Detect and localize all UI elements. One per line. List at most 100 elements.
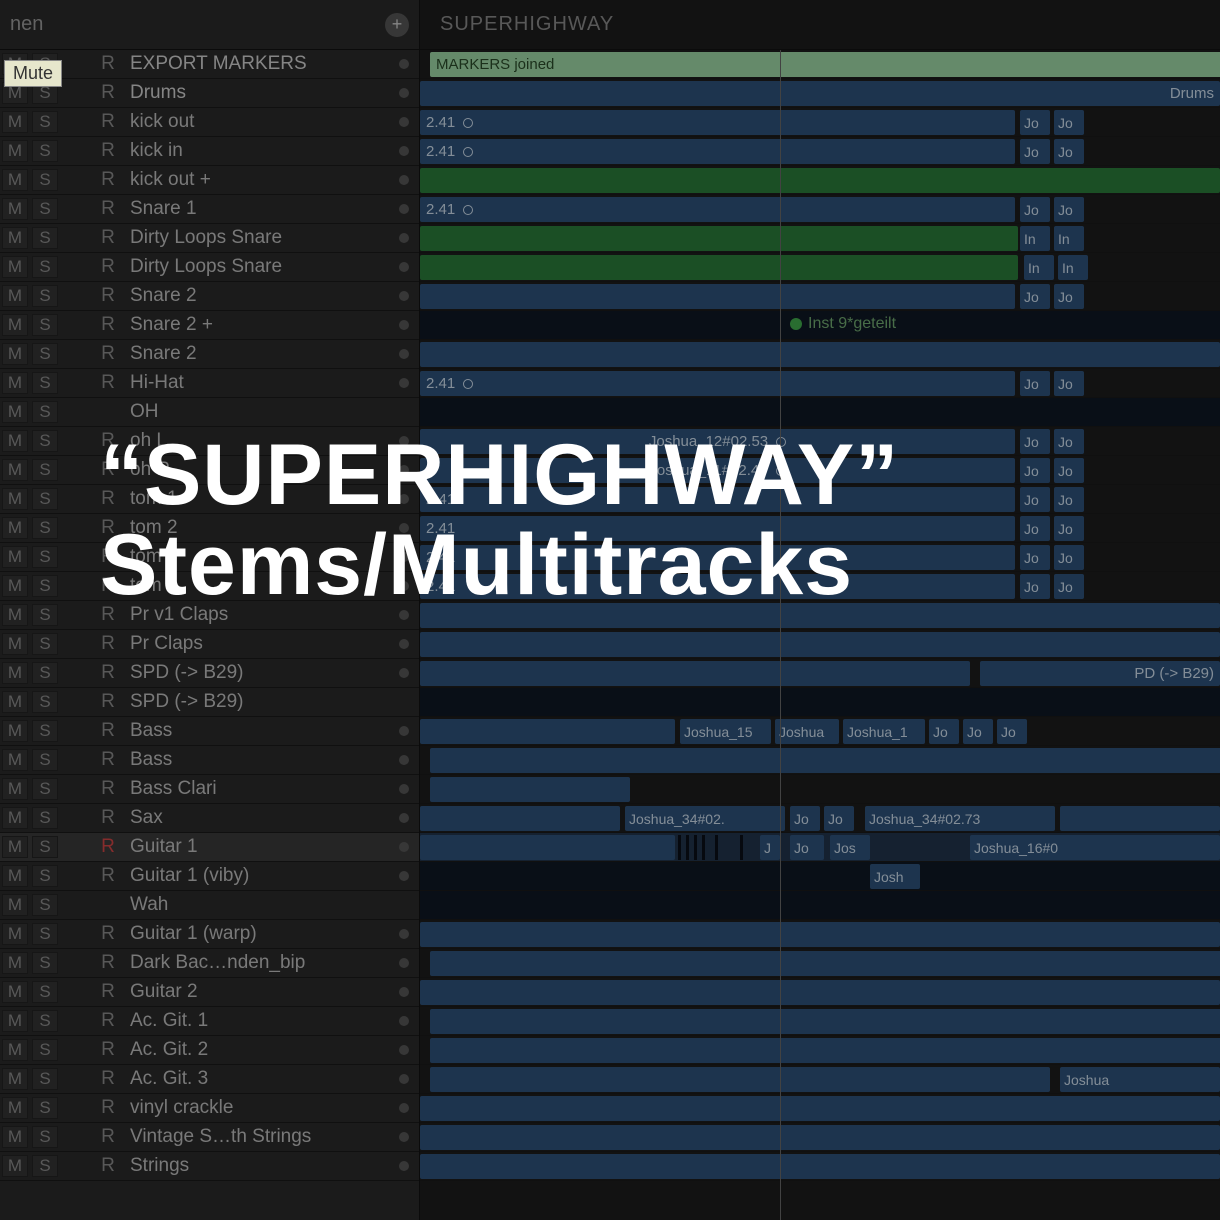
record-enable-button[interactable]: R bbox=[96, 981, 120, 1003]
arrange-row[interactable] bbox=[420, 1007, 1220, 1036]
audio-region[interactable]: Jo bbox=[1020, 545, 1050, 570]
track-row[interactable]: MSRkick in bbox=[0, 137, 419, 166]
solo-button[interactable]: S bbox=[32, 894, 58, 916]
arrange-row[interactable] bbox=[420, 166, 1220, 195]
arrange-row[interactable]: 2.41JoJo bbox=[420, 108, 1220, 137]
record-enable-button[interactable]: R bbox=[96, 285, 120, 307]
mute-button[interactable]: M bbox=[2, 662, 28, 684]
mute-button[interactable]: M bbox=[2, 952, 28, 974]
record-enable-button[interactable]: R bbox=[96, 807, 120, 829]
mute-button[interactable]: M bbox=[2, 1155, 28, 1177]
audio-region[interactable]: Jos bbox=[830, 835, 870, 860]
playhead[interactable] bbox=[780, 50, 781, 1220]
mute-button[interactable]: M bbox=[2, 314, 28, 336]
audio-region[interactable]: Jo bbox=[824, 806, 854, 831]
arrange-row[interactable] bbox=[420, 746, 1220, 775]
record-enable-button[interactable]: R bbox=[96, 140, 120, 162]
arrange-row[interactable]: 2.41JoJo bbox=[420, 369, 1220, 398]
marker[interactable]: Inst 9*geteilt bbox=[790, 315, 896, 333]
audio-region[interactable]: Jo bbox=[1020, 574, 1050, 599]
record-enable-button[interactable]: R bbox=[96, 1010, 120, 1032]
track-row[interactable]: MSRtom 1 bbox=[0, 485, 419, 514]
audio-region[interactable]: Jo bbox=[963, 719, 993, 744]
mute-button[interactable]: M bbox=[2, 343, 28, 365]
solo-button[interactable]: S bbox=[32, 459, 58, 481]
record-enable-button[interactable]: R bbox=[96, 343, 120, 365]
audio-region[interactable]: Jo bbox=[1020, 429, 1050, 454]
audio-region[interactable] bbox=[420, 226, 1018, 251]
audio-region[interactable] bbox=[420, 719, 675, 744]
audio-region[interactable]: Jo bbox=[929, 719, 959, 744]
audio-region[interactable]: 2.41 bbox=[420, 487, 1015, 512]
arrange-row[interactable] bbox=[420, 340, 1220, 369]
audio-region[interactable]: Jo bbox=[790, 806, 820, 831]
arrange-row[interactable]: MARKERS joined bbox=[420, 50, 1220, 79]
record-enable-button[interactable]: R bbox=[96, 372, 120, 394]
mute-button[interactable]: M bbox=[2, 691, 28, 713]
record-enable-button[interactable]: R bbox=[96, 633, 120, 655]
solo-button[interactable]: S bbox=[32, 865, 58, 887]
audio-region[interactable]: Jo bbox=[1020, 516, 1050, 541]
add-track-button[interactable]: + bbox=[385, 13, 409, 37]
record-enable-button[interactable]: R bbox=[96, 575, 120, 597]
track-row[interactable]: MSOH bbox=[0, 398, 419, 427]
record-enable-button[interactable]: R bbox=[96, 459, 120, 481]
record-enable-button[interactable]: R bbox=[96, 952, 120, 974]
arrange-row[interactable]: InIn bbox=[420, 224, 1220, 253]
record-enable-button[interactable]: R bbox=[96, 865, 120, 887]
audio-region[interactable] bbox=[420, 284, 1015, 309]
track-row[interactable]: MSRAc. Git. 1 bbox=[0, 1007, 419, 1036]
record-enable-button[interactable]: R bbox=[96, 82, 120, 104]
audio-region[interactable]: Jo bbox=[1054, 458, 1084, 483]
mute-button[interactable]: M bbox=[2, 459, 28, 481]
solo-button[interactable]: S bbox=[32, 256, 58, 278]
mute-button[interactable]: M bbox=[2, 836, 28, 858]
solo-button[interactable]: S bbox=[32, 1097, 58, 1119]
solo-button[interactable]: S bbox=[32, 488, 58, 510]
record-enable-button[interactable]: R bbox=[96, 1126, 120, 1148]
audio-region[interactable] bbox=[420, 255, 1018, 280]
arrange-row[interactable]: Josh bbox=[420, 862, 1220, 891]
mute-button[interactable]: M bbox=[2, 401, 28, 423]
arrange-row[interactable] bbox=[420, 688, 1220, 717]
solo-button[interactable]: S bbox=[32, 1155, 58, 1177]
audio-region[interactable]: Joshua_34#02. bbox=[625, 806, 785, 831]
audio-region[interactable]: In bbox=[1058, 255, 1088, 280]
track-row[interactable]: MSREXPORT MARKERS bbox=[0, 50, 419, 79]
track-row[interactable]: MSRGuitar 1 (viby) bbox=[0, 862, 419, 891]
track-row[interactable]: MSRDirty Loops Snare bbox=[0, 224, 419, 253]
audio-region[interactable]: J bbox=[760, 835, 780, 860]
track-row[interactable]: MSRPr Claps bbox=[0, 630, 419, 659]
mute-button[interactable]: M bbox=[2, 1068, 28, 1090]
track-row[interactable]: MSRBass Clari bbox=[0, 775, 419, 804]
mute-button[interactable]: M bbox=[2, 256, 28, 278]
arrange-row[interactable]: 2.41JoJo bbox=[420, 543, 1220, 572]
mute-button[interactable]: M bbox=[2, 894, 28, 916]
audio-region[interactable]: Jo bbox=[1054, 545, 1084, 570]
mute-button[interactable]: M bbox=[2, 778, 28, 800]
track-row[interactable]: MSRGuitar 1 (warp) bbox=[0, 920, 419, 949]
audio-region[interactable] bbox=[420, 661, 970, 686]
audio-region[interactable] bbox=[430, 951, 1220, 976]
record-enable-button[interactable]: R bbox=[96, 1097, 120, 1119]
audio-region[interactable] bbox=[430, 1038, 1220, 1063]
arrange-row[interactable]: 2.41JoJo bbox=[420, 195, 1220, 224]
audio-region[interactable] bbox=[430, 777, 630, 802]
arrange-row[interactable]: 2.41JoJo bbox=[420, 514, 1220, 543]
audio-region[interactable]: Joshua_15 bbox=[680, 719, 771, 744]
mute-button[interactable]: M bbox=[2, 517, 28, 539]
audio-region[interactable]: Jo bbox=[1020, 371, 1050, 396]
audio-region[interactable]: In bbox=[1020, 226, 1050, 251]
record-enable-button[interactable]: R bbox=[96, 691, 120, 713]
mute-button[interactable]: M bbox=[2, 865, 28, 887]
solo-button[interactable]: S bbox=[32, 314, 58, 336]
audio-region[interactable]: Jo bbox=[1020, 110, 1050, 135]
audio-region[interactable]: Joshua bbox=[775, 719, 839, 744]
track-row[interactable]: MSRoh R bbox=[0, 456, 419, 485]
audio-region[interactable] bbox=[430, 1009, 1220, 1034]
audio-region[interactable]: Josh bbox=[870, 864, 920, 889]
audio-region[interactable]: Joshua_11#02.49 bbox=[420, 458, 1015, 483]
arrange-row[interactable] bbox=[420, 1036, 1220, 1065]
audio-region[interactable]: 2.41 bbox=[420, 197, 1015, 222]
arrange-row[interactable]: Drums bbox=[420, 79, 1220, 108]
